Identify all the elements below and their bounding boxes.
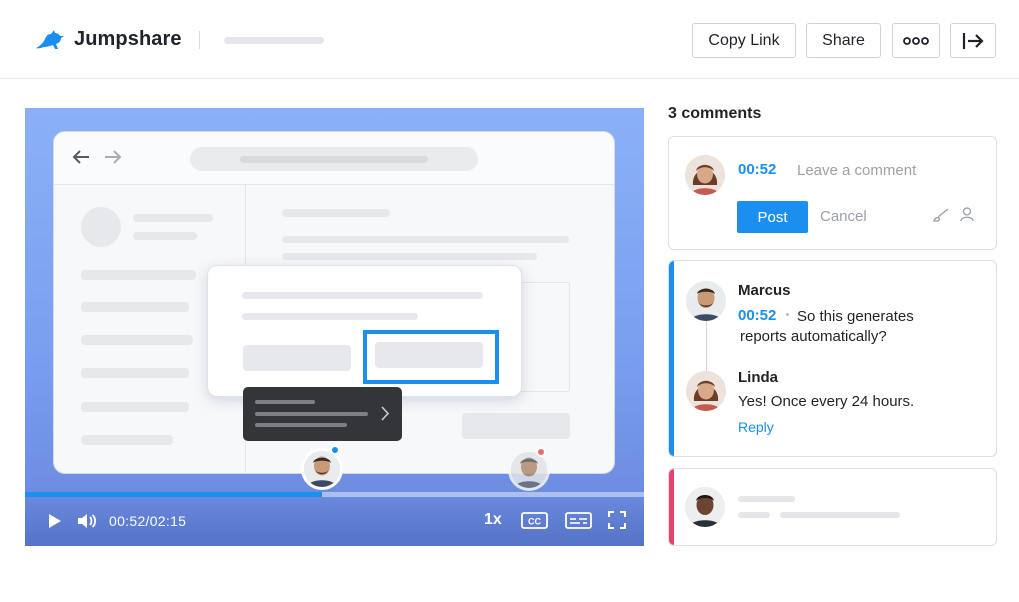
- text-placeholder: [780, 512, 900, 518]
- time-display: 00:52/02:15: [109, 513, 187, 529]
- play-icon: [49, 514, 61, 528]
- address-bar: [190, 147, 478, 171]
- jumpshare-logo[interactable]: Jumpshare: [34, 26, 182, 52]
- tooltip-line: [255, 400, 315, 404]
- profile-placeholder: [81, 207, 121, 247]
- tooltip-line: [255, 412, 368, 416]
- exit-button[interactable]: [950, 23, 996, 58]
- avatar-man-icon: [511, 452, 547, 488]
- recorded-dialog: [207, 265, 522, 397]
- button-placeholder: [375, 342, 483, 368]
- fullscreen-button[interactable]: [607, 511, 627, 529]
- button-placeholder: [462, 413, 570, 439]
- player-controls: 00:52/02:15 1x CC: [25, 489, 644, 546]
- comment-text: So this generates: [797, 308, 914, 325]
- text-placeholder: [81, 402, 189, 412]
- header-divider: [199, 31, 200, 49]
- text-placeholder: [81, 270, 196, 280]
- volume-button[interactable]: [76, 511, 98, 531]
- text-placeholder: [242, 292, 483, 299]
- captions-button[interactable]: CC: [521, 511, 548, 529]
- draw-icon[interactable]: [932, 207, 950, 223]
- svg-text:CC: CC: [528, 516, 541, 526]
- progress-fill: [25, 492, 322, 497]
- comment-thread: Marcus 00:52 So this generates reports a…: [668, 260, 997, 457]
- tooltip-line: [255, 423, 347, 427]
- avatar-woman-icon: [686, 371, 726, 411]
- thread-connector: [706, 320, 707, 372]
- reply-link[interactable]: Reply: [738, 419, 774, 435]
- thread-accent-bar: [669, 261, 674, 456]
- forward-arrow-icon: [105, 150, 122, 164]
- playback-speed-button[interactable]: 1x: [484, 511, 502, 529]
- avatar-man-icon: [304, 451, 340, 487]
- recorded-tooltip: [243, 387, 402, 441]
- more-options-button[interactable]: [892, 23, 940, 58]
- highlighted-button: [363, 330, 499, 384]
- top-bar: Jumpshare Copy Link Share: [0, 0, 1019, 79]
- text-placeholder: [738, 496, 795, 502]
- play-button[interactable]: [45, 511, 65, 531]
- captions-icon: CC: [521, 511, 548, 529]
- avatar: [686, 281, 726, 321]
- marker-dot: [330, 445, 340, 455]
- text-placeholder: [81, 335, 193, 345]
- card-accent-bar: [669, 469, 674, 545]
- text-placeholder: [81, 302, 189, 312]
- text-placeholder: [81, 368, 189, 378]
- marker-dot: [536, 447, 546, 457]
- subtitles-icon: [565, 511, 592, 529]
- avatar-man-icon: [685, 487, 725, 527]
- post-button[interactable]: Post: [737, 201, 808, 233]
- chevron-right-icon: [381, 406, 390, 421]
- button-placeholder: [243, 345, 351, 371]
- comment-timestamp[interactable]: 00:52: [738, 307, 776, 324]
- separator-dot: [786, 313, 789, 316]
- more-dots-icon: [903, 36, 929, 45]
- comments-count-title: 3 comments: [668, 105, 762, 122]
- commenter-name: Marcus: [738, 282, 791, 299]
- mention-icon[interactable]: [960, 207, 974, 222]
- comment-placeholder-card: [668, 468, 997, 546]
- video-player[interactable]: 00:52/02:15 1x CC: [25, 108, 644, 546]
- browser-toolbar: [54, 132, 614, 185]
- comment-timestamp[interactable]: 00:52: [738, 161, 776, 178]
- avatar-man-icon: [686, 281, 726, 321]
- comment-input[interactable]: Leave a comment: [797, 162, 916, 179]
- text-placeholder: [282, 209, 390, 217]
- avatar: [685, 487, 725, 527]
- exit-arrow-icon: [962, 32, 984, 49]
- comment-composer: 00:52 Leave a comment Post Cancel: [668, 136, 997, 250]
- share-button[interactable]: Share: [806, 23, 881, 58]
- avatar-woman-icon: [685, 155, 725, 195]
- cancel-button[interactable]: Cancel: [820, 208, 867, 225]
- text-placeholder: [133, 214, 213, 222]
- text-placeholder: [282, 236, 569, 243]
- comment-text: reports automatically?: [740, 328, 887, 345]
- copy-link-button[interactable]: Copy Link: [692, 23, 796, 58]
- file-title-placeholder: [224, 37, 324, 44]
- kangaroo-logo-icon: [36, 30, 64, 49]
- app-name: Jumpshare: [74, 27, 182, 50]
- avatar: [686, 371, 726, 411]
- commenter-name: Linda: [738, 369, 778, 386]
- comment-text: Yes! Once every 24 hours.: [738, 393, 915, 410]
- text-placeholder: [282, 253, 537, 260]
- text-placeholder: [81, 435, 173, 445]
- volume-icon: [78, 514, 97, 528]
- text-placeholder: [242, 313, 418, 320]
- back-arrow-icon: [72, 150, 89, 164]
- fullscreen-icon: [608, 511, 626, 529]
- text-placeholder: [738, 512, 770, 518]
- text-placeholder: [133, 232, 197, 240]
- avatar: [685, 155, 725, 195]
- subtitles-button[interactable]: [565, 511, 592, 529]
